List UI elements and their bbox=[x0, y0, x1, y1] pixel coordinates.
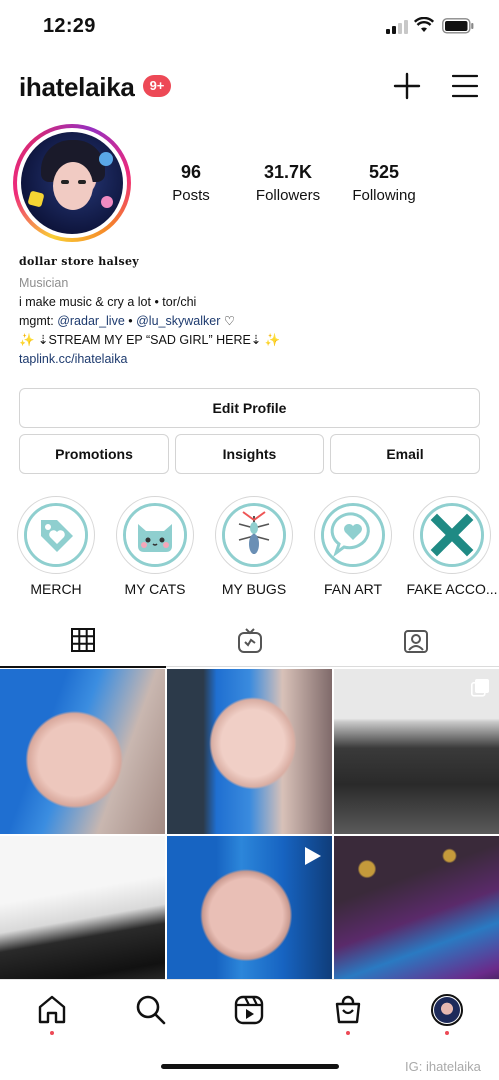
battery-icon bbox=[442, 18, 474, 34]
post-thumbnail[interactable] bbox=[334, 669, 499, 834]
home-icon[interactable] bbox=[36, 994, 68, 1026]
speech-heart-icon bbox=[324, 506, 382, 564]
post-thumbnail[interactable] bbox=[0, 669, 165, 834]
insights-button[interactable]: Insights bbox=[175, 434, 324, 474]
profile-photo bbox=[21, 132, 123, 234]
wifi-icon bbox=[414, 17, 434, 32]
following-stat[interactable]: 525 Following bbox=[334, 162, 434, 204]
mention-link[interactable]: @radar_live bbox=[57, 314, 125, 328]
category-label: Musician bbox=[19, 276, 69, 290]
post-thumbnail[interactable] bbox=[167, 836, 332, 1001]
email-button[interactable]: Email bbox=[330, 434, 480, 474]
tab-posts-grid[interactable] bbox=[0, 615, 166, 668]
profile-header: ihatelaika 9+ bbox=[0, 64, 499, 110]
create-plus-icon[interactable] bbox=[393, 72, 421, 100]
status-bar: 12:29 bbox=[0, 0, 499, 54]
tab-igtv[interactable] bbox=[166, 615, 332, 667]
bio-line: ✨ ⇣STREAM MY EP “SAD GIRL” HERE⇣ ✨ bbox=[19, 333, 281, 347]
grid-icon bbox=[71, 628, 95, 652]
bio-line: i make music & cry a lot • tor/chi bbox=[19, 295, 197, 309]
highlight-label: MY BUGS bbox=[221, 581, 287, 597]
search-icon[interactable] bbox=[135, 994, 167, 1026]
profile-avatar-nav[interactable] bbox=[431, 994, 463, 1026]
highlight-fake-accounts[interactable]: FAKE ACCO... bbox=[406, 496, 498, 597]
post-thumbnail[interactable] bbox=[334, 836, 499, 1001]
website-link[interactable]: taplink.cc/ihatelaika bbox=[19, 350, 479, 369]
highlight-my-cats[interactable]: MY CATS bbox=[115, 496, 195, 597]
display-name: dollar store halsey bbox=[19, 255, 139, 268]
followers-stat[interactable]: 31.7K Followers bbox=[238, 162, 338, 204]
video-play-icon bbox=[305, 847, 321, 865]
post-thumbnail[interactable] bbox=[167, 669, 332, 834]
followers-count: 31.7K bbox=[263, 162, 313, 182]
username-switcher[interactable]: ihatelaika bbox=[19, 72, 135, 103]
profile-bio: dollar store halsey Musician i make musi… bbox=[19, 252, 479, 369]
post-thumbnail[interactable] bbox=[0, 836, 165, 1001]
mention-link[interactable]: @lu_skywalker bbox=[136, 314, 220, 328]
posts-stat[interactable]: 96 Posts bbox=[141, 162, 241, 204]
following-count: 525 bbox=[368, 162, 400, 182]
bug-icon bbox=[225, 506, 283, 564]
tag-heart-icon bbox=[27, 506, 85, 564]
profile-notification-dot bbox=[445, 1031, 449, 1035]
bio-mgmt-line: mgmt: @radar_live • @lu_skywalker ♡ bbox=[19, 314, 236, 328]
highlight-label: MERCH bbox=[30, 581, 82, 597]
edit-profile-button[interactable]: Edit Profile bbox=[19, 388, 480, 428]
tagged-icon bbox=[404, 630, 428, 653]
cat-icon bbox=[126, 506, 184, 564]
reels-icon[interactable] bbox=[233, 994, 265, 1026]
notification-badge[interactable]: 9+ bbox=[143, 75, 171, 97]
posts-count: 96 bbox=[180, 162, 202, 182]
home-notification-dot bbox=[50, 1031, 54, 1035]
shop-notification-dot bbox=[346, 1031, 350, 1035]
carousel-icon bbox=[471, 679, 489, 697]
cellular-signal-icon bbox=[386, 20, 408, 34]
x-mark-icon bbox=[423, 506, 481, 564]
highlight-label: MY CATS bbox=[124, 581, 186, 597]
following-label: Following bbox=[352, 187, 416, 204]
tab-tagged[interactable] bbox=[332, 615, 498, 667]
home-indicator[interactable] bbox=[161, 1064, 339, 1069]
highlight-label: FAKE ACCO... bbox=[406, 581, 498, 597]
watermark: IG: ihatelaika bbox=[405, 1059, 481, 1074]
followers-label: Followers bbox=[255, 187, 321, 204]
posts-label: Posts bbox=[172, 187, 210, 204]
hamburger-menu-icon[interactable] bbox=[452, 74, 478, 98]
highlight-my-bugs[interactable]: MY BUGS bbox=[214, 496, 294, 597]
profile-avatar-story-ring[interactable] bbox=[13, 124, 131, 242]
highlight-fan-art[interactable]: FAN ART bbox=[313, 496, 393, 597]
status-time: 12:29 bbox=[43, 15, 96, 37]
promotions-button[interactable]: Promotions bbox=[19, 434, 169, 474]
shop-icon[interactable] bbox=[332, 994, 364, 1026]
igtv-icon bbox=[238, 628, 262, 653]
highlight-merch[interactable]: MERCH bbox=[16, 496, 96, 597]
highlight-label: FAN ART bbox=[323, 581, 383, 597]
profile-tabs bbox=[0, 615, 499, 668]
